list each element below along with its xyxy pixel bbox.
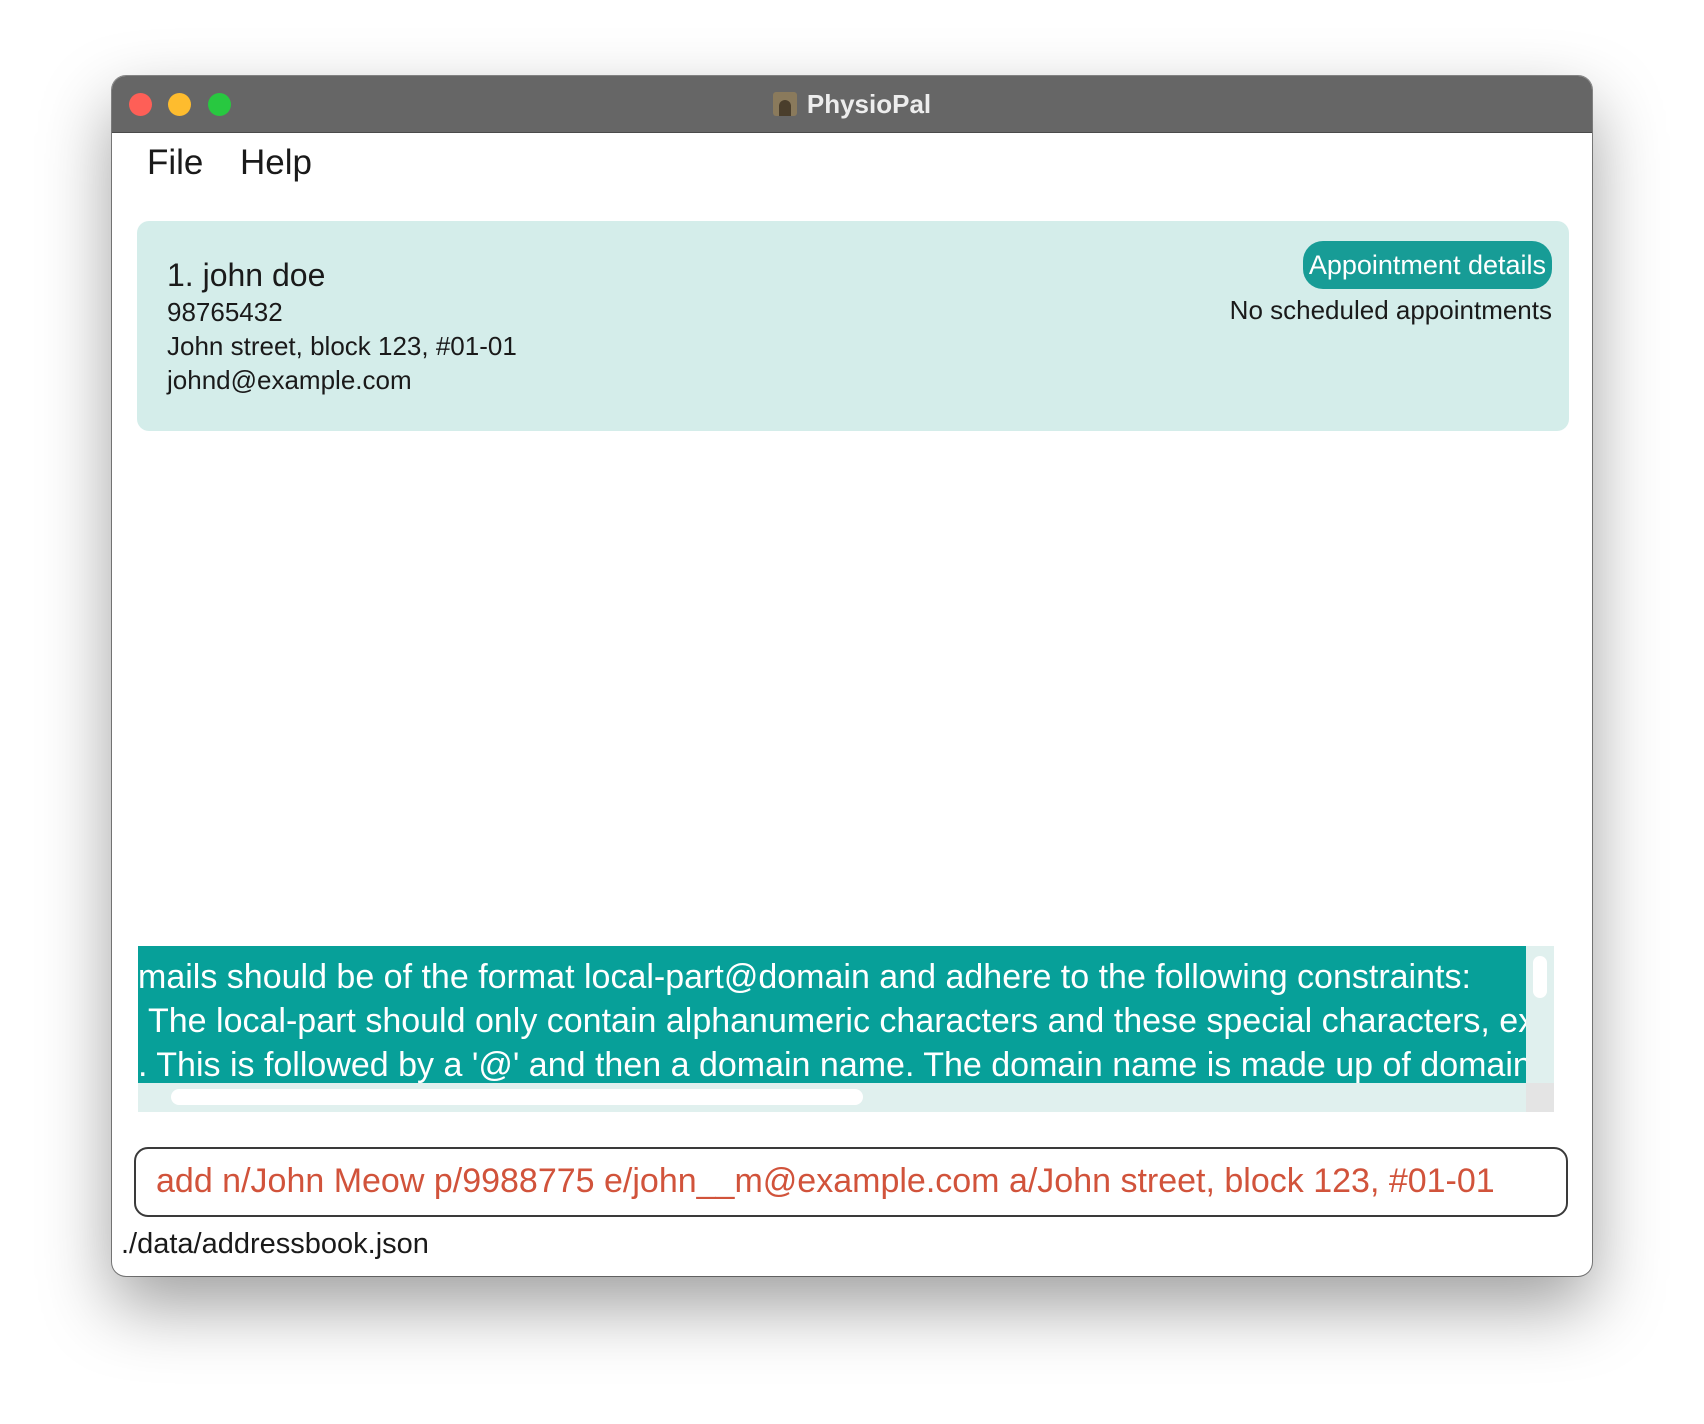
window-title: PhysioPal bbox=[806, 88, 932, 119]
person-phone: 98765432 bbox=[167, 297, 283, 327]
app-icon bbox=[772, 92, 797, 116]
title-group: PhysioPal bbox=[112, 76, 1592, 132]
menu-file[interactable]: File bbox=[147, 143, 203, 183]
result-line: . This is followed by a '@' and then a d… bbox=[138, 1046, 1526, 1083]
title-bar[interactable]: PhysioPal bbox=[112, 76, 1592, 133]
menu-help[interactable]: Help bbox=[240, 143, 312, 183]
scroll-corner bbox=[1526, 1083, 1554, 1112]
horizontal-scroll-thumb[interactable] bbox=[171, 1089, 863, 1105]
result-display[interactable]: mails should be of the format local-part… bbox=[138, 946, 1554, 1112]
vertical-scrollbar[interactable] bbox=[1526, 946, 1554, 1083]
appointment-status: No scheduled appointments bbox=[1229, 295, 1552, 325]
result-text-area[interactable]: mails should be of the format local-part… bbox=[138, 946, 1526, 1083]
app-icon-figure bbox=[778, 100, 791, 116]
person-address: John street, block 123, #01-01 bbox=[167, 331, 517, 361]
vertical-scroll-thumb[interactable] bbox=[1533, 956, 1547, 998]
appointment-details-button[interactable]: Appointment details bbox=[1302, 241, 1552, 289]
menu-bar: File Help bbox=[112, 133, 1592, 195]
person-card[interactable]: 1. john doe 98765432 John street, block … bbox=[137, 221, 1569, 431]
result-line: mails should be of the format local-part… bbox=[138, 958, 1471, 996]
result-line: The local-part should only contain alpha… bbox=[148, 1002, 1526, 1040]
person-email: johnd@example.com bbox=[167, 365, 412, 395]
person-name: 1. john doe bbox=[167, 257, 326, 293]
command-input-text[interactable]: add n/John Meow p/9988775 e/john__m@exam… bbox=[156, 1162, 1495, 1201]
status-bar-file-path: ./data/addressbook.json bbox=[121, 1228, 429, 1260]
horizontal-scrollbar[interactable] bbox=[138, 1083, 1526, 1112]
command-input[interactable]: add n/John Meow p/9988775 e/john__m@exam… bbox=[134, 1147, 1568, 1217]
app-window: PhysioPal File Help 1. john doe 98765432… bbox=[112, 76, 1592, 1276]
